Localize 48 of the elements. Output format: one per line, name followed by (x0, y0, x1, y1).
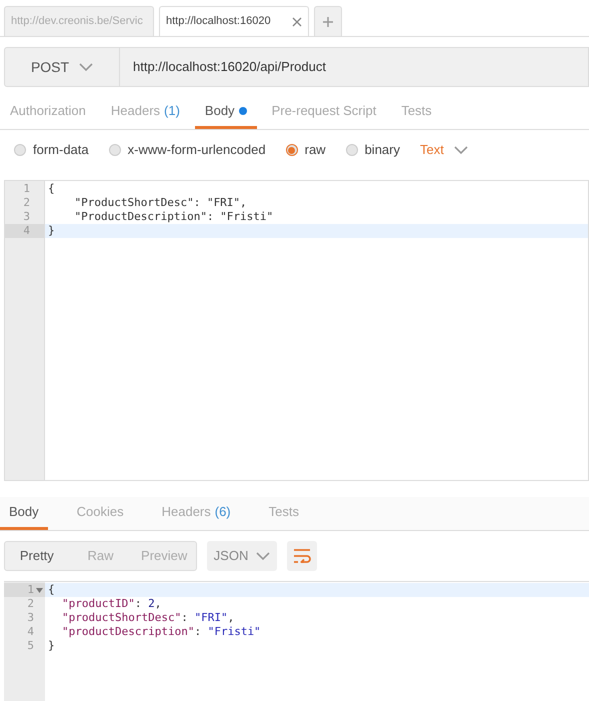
code-line: } (47, 639, 56, 653)
format-dropdown[interactable]: Text (420, 140, 468, 160)
line-number: 3 (22, 210, 31, 224)
code-editor[interactable]: 1 2 3 4 { "ProductShortDesc": "FRI", "ProductDescription": "Fristi" } (4, 180, 589, 481)
radio-option[interactable]: raw (286, 140, 326, 160)
tab[interactable]: Pre-request Script (262, 96, 386, 129)
tab[interactable]: Headers (1) (100, 96, 190, 129)
radio-option[interactable]: x-www-form-urlencoded (108, 140, 266, 160)
plus-icon (323, 16, 333, 26)
view-mode-button[interactable]: Pretty (5, 542, 69, 570)
chevron-down-icon (256, 552, 270, 560)
code-line: { (47, 182, 56, 196)
code-line: "productDescription": "Fristi" (61, 625, 262, 639)
line-number: 3 (27, 611, 34, 625)
tab[interactable]: Body (194, 96, 257, 129)
code-line: "ProductDescription": "Fristi" (73, 210, 274, 224)
tab[interactable]: Cookies (68, 497, 133, 530)
close-icon[interactable] (292, 16, 302, 26)
line-number: 5 (27, 639, 34, 653)
radio-option[interactable]: binary (346, 140, 400, 160)
tab[interactable]: Body (0, 497, 48, 530)
fold-caret-icon[interactable] (36, 588, 43, 592)
view-mode-button[interactable]: Preview (132, 542, 196, 570)
method-dropdown[interactable]: POST (5, 48, 120, 86)
line-number: 2 (22, 196, 31, 210)
tab[interactable]: Authorization (0, 96, 96, 129)
view-mode-button[interactable]: Raw (68, 542, 132, 570)
chevron-down-icon (79, 62, 94, 72)
browser-tab[interactable]: http://dev.creonis.be/Servic (4, 6, 154, 36)
browser-tab[interactable]: http://localhost:16020 (159, 6, 309, 36)
tab[interactable]: Headers (6) (152, 497, 240, 530)
wrap-button[interactable] (287, 541, 317, 571)
line-number: 4 (5, 224, 44, 238)
format-dropdown[interactable]: JSON (207, 541, 277, 571)
line-number: 1 (22, 182, 31, 196)
new-tab-button[interactable] (314, 6, 342, 36)
radio-option[interactable]: form-data (14, 140, 89, 160)
tab[interactable]: Tests (391, 96, 442, 129)
wrap-lines-icon (293, 549, 311, 563)
chevron-down-icon (454, 146, 468, 154)
tab[interactable]: Tests (260, 497, 308, 530)
line-number: 2 (27, 597, 34, 611)
url-field[interactable]: http://localhost:16020/api/Product (120, 48, 588, 86)
line-number: 4 (27, 625, 34, 639)
code-line: "ProductShortDesc": "FRI", (73, 196, 248, 210)
code-line: "productShortDesc": "FRI", (61, 611, 236, 625)
code-line: "productID": 2, (61, 597, 162, 611)
line-number: 1 (27, 583, 34, 597)
